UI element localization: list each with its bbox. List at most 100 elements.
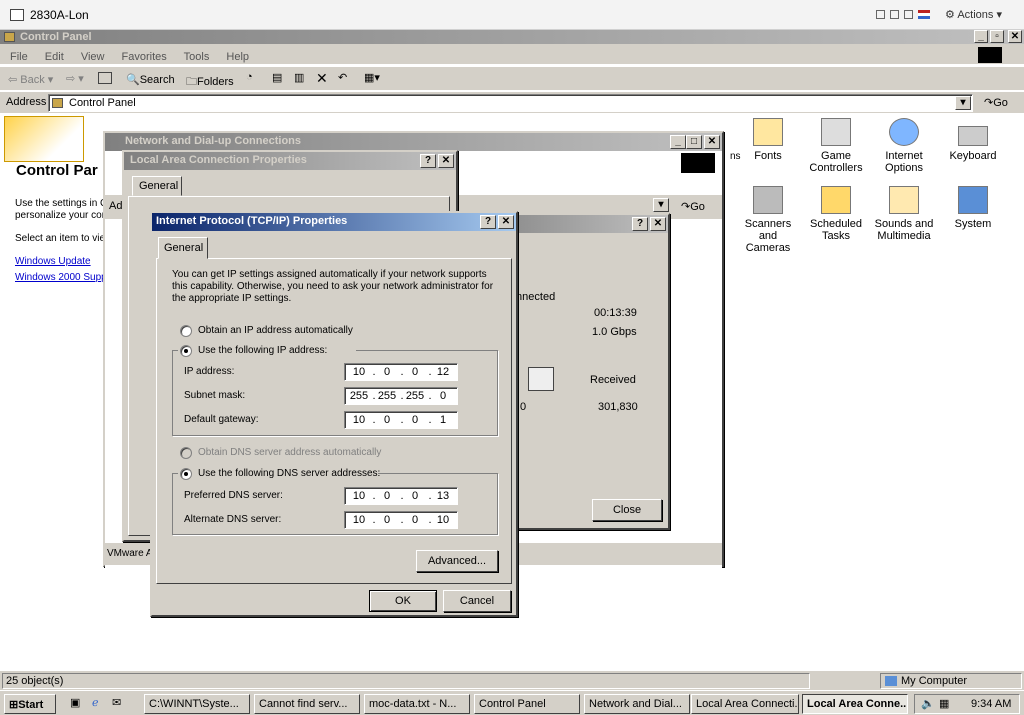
- toolbar: ⇦ Back ▾ ⇨ ▾ 🔍Search 🗀Folders ◔ ▤ ▥ ✕ ↶ …: [0, 66, 1024, 90]
- close-status-button[interactable]: Close: [592, 499, 662, 521]
- menu-file[interactable]: File: [10, 51, 28, 63]
- windows-flag-icon: ⊞: [9, 699, 19, 711]
- history-icon[interactable]: ◔: [246, 71, 253, 83]
- delete-icon[interactable]: ✕: [316, 70, 328, 87]
- manual-dns-radio[interactable]: [180, 468, 192, 480]
- close-button[interactable]: ✕: [704, 135, 720, 149]
- windows-update-link[interactable]: Windows Update: [15, 256, 91, 267]
- folders-button[interactable]: 🗀Folders: [186, 73, 234, 92]
- tab-general[interactable]: General: [132, 176, 182, 196]
- cancel-button[interactable]: Cancel: [443, 590, 511, 612]
- copy-to-icon[interactable]: ▥: [294, 71, 304, 84]
- tcpip-titlebar: Internet Protocol (TCP/IP) Properties ? …: [152, 213, 516, 231]
- views-icon[interactable]: ▦▾: [364, 71, 380, 84]
- go-button[interactable]: ↷Go: [984, 96, 1008, 109]
- address-label: Address: [6, 96, 47, 108]
- windows-support-link[interactable]: Windows 2000 Supp: [15, 272, 107, 283]
- maximize-button[interactable]: ▫: [990, 30, 1004, 43]
- side-description: Use the settings in Cpersonalize your co…: [15, 198, 108, 221]
- move-to-icon[interactable]: ▤: [272, 71, 282, 84]
- search-button[interactable]: 🔍Search: [126, 73, 175, 86]
- preferred-dns-field[interactable]: 10. 0. 0. 13: [344, 487, 458, 505]
- manual-ip-radio[interactable]: [180, 345, 192, 357]
- sounds-item[interactable]: Sounds and Multimedia: [872, 186, 936, 242]
- task-lan-status[interactable]: Local Area Connecti...: [691, 694, 799, 714]
- help-button[interactable]: ?: [420, 154, 436, 168]
- maximize-button[interactable]: □: [686, 135, 702, 149]
- outlook-express-icon[interactable]: ✉: [112, 696, 121, 709]
- manual-ip-option[interactable]: Use the following IP address:: [178, 344, 356, 358]
- fonts-icon: [753, 118, 783, 146]
- actions-menu[interactable]: ⚙ Actions ▾: [945, 8, 1002, 21]
- undo-icon[interactable]: ↶: [338, 71, 347, 84]
- tab-general[interactable]: General: [158, 237, 208, 259]
- internet-options-item[interactable]: Internet Options: [872, 118, 936, 174]
- monitor-icon: [10, 9, 24, 21]
- up-folder-icon[interactable]: [98, 72, 112, 84]
- manual-dns-option[interactable]: Use the following DNS server addresses:: [178, 467, 380, 481]
- task-network-connections[interactable]: Network and Dial...: [584, 694, 690, 714]
- network-icon[interactable]: ▦: [939, 697, 949, 710]
- close-button[interactable]: ✕: [1008, 30, 1022, 43]
- close-button[interactable]: ✕: [498, 215, 514, 229]
- start-button[interactable]: ⊞Start: [4, 694, 56, 714]
- ok-button[interactable]: OK: [369, 590, 437, 612]
- status-bar: 25 object(s) My Computer: [0, 670, 1024, 690]
- control-panel-icon: [52, 98, 63, 108]
- keyboard-item[interactable]: Keyboard: [941, 118, 1005, 162]
- actions-label: Actions: [957, 9, 994, 21]
- internet-explorer-icon[interactable]: ℯ: [92, 696, 99, 709]
- minimize-button[interactable]: _: [670, 135, 686, 149]
- alternate-dns-label: Alternate DNS server:: [184, 514, 282, 525]
- folder-clock-icon: [821, 186, 851, 214]
- task-cmd[interactable]: C:\WINNT\Syste...: [144, 694, 250, 714]
- menu-edit[interactable]: Edit: [45, 51, 64, 63]
- window-controls[interactable]: [876, 10, 936, 20]
- ndc-status-text: VMware A: [107, 548, 153, 559]
- restore-icon[interactable]: [876, 10, 885, 19]
- control-panel-title: Control Panel: [20, 31, 92, 43]
- back-button[interactable]: ⇦ Back ▾: [8, 73, 53, 86]
- help-button[interactable]: ?: [480, 215, 496, 229]
- system-item[interactable]: System: [941, 186, 1005, 230]
- address-dropdown-button[interactable]: ▾: [955, 96, 971, 110]
- show-desktop-icon[interactable]: ▣: [70, 696, 80, 709]
- forward-button[interactable]: ⇨ ▾: [66, 72, 84, 85]
- task-lan-properties[interactable]: Local Area Conne...: [802, 694, 908, 714]
- game-controllers-item[interactable]: Game Controllers: [804, 118, 868, 174]
- side-title: Control Par: [16, 162, 98, 179]
- lan-properties-titlebar: Local Area Connection Properties ? ✕: [124, 152, 456, 170]
- ip-address-field[interactable]: 10. 0. 0. 12: [344, 363, 458, 381]
- ndc-address-dropdown[interactable]: ▾: [653, 198, 669, 212]
- menu-help[interactable]: Help: [226, 51, 249, 63]
- ndc-go-button[interactable]: ↷Go: [681, 200, 705, 213]
- fonts-item[interactable]: Fonts: [736, 118, 800, 162]
- default-gateway-field[interactable]: 10. 0. 0. 1: [344, 411, 458, 429]
- close-button[interactable]: ✕: [438, 154, 454, 168]
- scheduled-tasks-item[interactable]: Scheduled Tasks: [804, 186, 868, 242]
- advanced-button[interactable]: Advanced...: [416, 550, 498, 572]
- menu-favorites[interactable]: Favorites: [122, 51, 167, 63]
- task-notepad[interactable]: moc-data.txt - N...: [364, 694, 470, 714]
- subnet-mask-label: Subnet mask:: [184, 390, 246, 401]
- menu-view[interactable]: View: [81, 51, 105, 63]
- subnet-mask-field[interactable]: 255. 255. 255. 0: [344, 387, 458, 405]
- minimize-button[interactable]: _: [974, 30, 988, 43]
- auto-ip-radio[interactable]: [180, 325, 192, 337]
- close-button[interactable]: ✕: [650, 217, 666, 231]
- system-tray: 🔈 ▦ 9:34 AM: [914, 694, 1020, 714]
- received-label: Received: [590, 374, 636, 386]
- window-icon[interactable]: [890, 10, 899, 19]
- ip-address-label: IP address:: [184, 366, 235, 377]
- menu-tools[interactable]: Tools: [184, 51, 210, 63]
- volume-icon[interactable]: 🔈: [921, 697, 935, 710]
- globe-icon: [889, 118, 919, 146]
- alternate-dns-field[interactable]: 10. 0. 0. 10: [344, 511, 458, 529]
- address-field[interactable]: Control Panel ▾: [48, 94, 973, 112]
- sent-value: 0: [520, 401, 527, 413]
- scanners-item[interactable]: Scanners and Cameras: [736, 186, 800, 254]
- task-cannot-find[interactable]: Cannot find serv...: [254, 694, 360, 714]
- task-control-panel[interactable]: Control Panel: [474, 694, 580, 714]
- fullscreen-icon[interactable]: [904, 10, 913, 19]
- help-button[interactable]: ?: [632, 217, 648, 231]
